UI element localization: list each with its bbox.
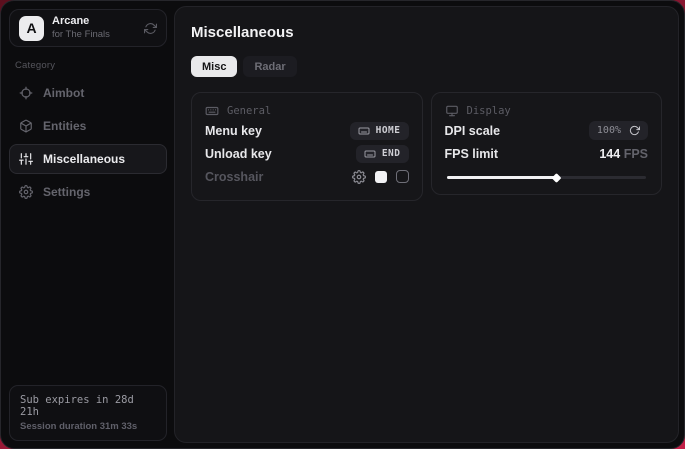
sidebar-item-entities[interactable]: Entities xyxy=(9,111,167,141)
tab-misc[interactable]: Misc xyxy=(191,56,237,77)
main-panel: Miscellaneous Misc Radar General Menu ke… xyxy=(174,6,679,443)
display-card-title: Display xyxy=(467,105,511,117)
crosshair-icon xyxy=(19,86,33,100)
sliders-icon xyxy=(19,152,33,166)
general-card-title: General xyxy=(227,105,271,117)
cycle-icon xyxy=(629,125,640,136)
app-logo-letter: A xyxy=(26,20,36,36)
gear-icon xyxy=(19,185,33,199)
session-duration-text: Session duration 31m 33s xyxy=(20,421,156,432)
fps-limit-value: 144 FPS xyxy=(599,147,648,161)
sidebar-item-settings[interactable]: Settings xyxy=(9,177,167,207)
crosshair-controls xyxy=(352,170,409,184)
category-label: Category xyxy=(15,60,167,71)
dpi-scale-button[interactable]: 100% xyxy=(589,121,648,140)
fps-limit-slider[interactable] xyxy=(447,176,647,179)
sidebar-item-label: Miscellaneous xyxy=(43,152,125,166)
unload-key-value: END xyxy=(382,148,401,159)
menu-key-row: Menu key HOME xyxy=(205,119,409,142)
unload-key-label: Unload key xyxy=(205,147,272,161)
dpi-scale-value: 100% xyxy=(597,125,621,136)
fps-unit: FPS xyxy=(624,147,648,161)
app-title-block: Arcane for The Finals xyxy=(52,15,110,41)
sidebar-nav: Aimbot Entities Miscellaneous xyxy=(9,78,167,207)
dpi-scale-row: DPI scale 100% xyxy=(445,119,649,142)
sidebar-spacer xyxy=(9,207,167,385)
dpi-scale-label: DPI scale xyxy=(445,124,501,138)
sub-expires-text: Sub expires in 28d 21h xyxy=(20,394,156,418)
display-card-header: Display xyxy=(445,103,649,119)
sidebar-item-aimbot[interactable]: Aimbot xyxy=(9,78,167,108)
app-window: A Arcane for The Finals Category Aimbot xyxy=(0,0,685,449)
fps-slider-fill xyxy=(447,176,557,179)
display-card: Display DPI scale 100% FPS limit xyxy=(431,92,663,195)
crosshair-label: Crosshair xyxy=(205,170,263,184)
monitor-icon xyxy=(445,104,459,118)
tab-bar: Misc Radar xyxy=(191,56,662,77)
crosshair-checkbox[interactable] xyxy=(396,170,409,183)
tab-radar[interactable]: Radar xyxy=(243,56,296,77)
general-card-header: General xyxy=(205,103,409,119)
crosshair-row: Crosshair xyxy=(205,165,409,188)
cube-icon xyxy=(19,119,33,133)
fps-limit-label: FPS limit xyxy=(445,147,498,161)
sidebar-item-label: Aimbot xyxy=(43,86,84,100)
crosshair-settings-gear-icon[interactable] xyxy=(352,170,366,184)
fps-slider-handle[interactable] xyxy=(552,173,562,183)
sidebar-item-miscellaneous[interactable]: Miscellaneous xyxy=(9,144,167,174)
session-info-box: Sub expires in 28d 21h Session duration … xyxy=(9,385,167,441)
menu-key-value: HOME xyxy=(376,125,401,136)
page-title: Miscellaneous xyxy=(191,24,662,41)
fps-limit-row: FPS limit 144 FPS xyxy=(445,142,649,165)
unload-key-row: Unload key END xyxy=(205,142,409,165)
keyboard-icon xyxy=(358,125,370,137)
menu-key-label: Menu key xyxy=(205,124,262,138)
menu-key-bind-button[interactable]: HOME xyxy=(350,122,409,140)
sidebar: A Arcane for The Finals Category Aimbot xyxy=(1,1,174,448)
settings-cards: General Menu key HOME Unload key xyxy=(191,92,662,201)
app-name: Arcane xyxy=(52,15,110,28)
unload-key-bind-button[interactable]: END xyxy=(356,145,409,163)
sidebar-item-label: Settings xyxy=(43,185,90,199)
sidebar-item-label: Entities xyxy=(43,119,86,133)
app-logo: A xyxy=(19,16,44,41)
refresh-icon[interactable] xyxy=(144,22,157,35)
app-header-card: A Arcane for The Finals xyxy=(9,9,167,47)
general-card: General Menu key HOME Unload key xyxy=(191,92,423,201)
keyboard-icon xyxy=(205,104,219,118)
app-subtitle: for The Finals xyxy=(52,29,110,40)
desktop-background: A Arcane for The Finals Category Aimbot xyxy=(0,0,685,449)
crosshair-color-swatch[interactable] xyxy=(375,171,387,183)
keyboard-icon xyxy=(364,148,376,160)
